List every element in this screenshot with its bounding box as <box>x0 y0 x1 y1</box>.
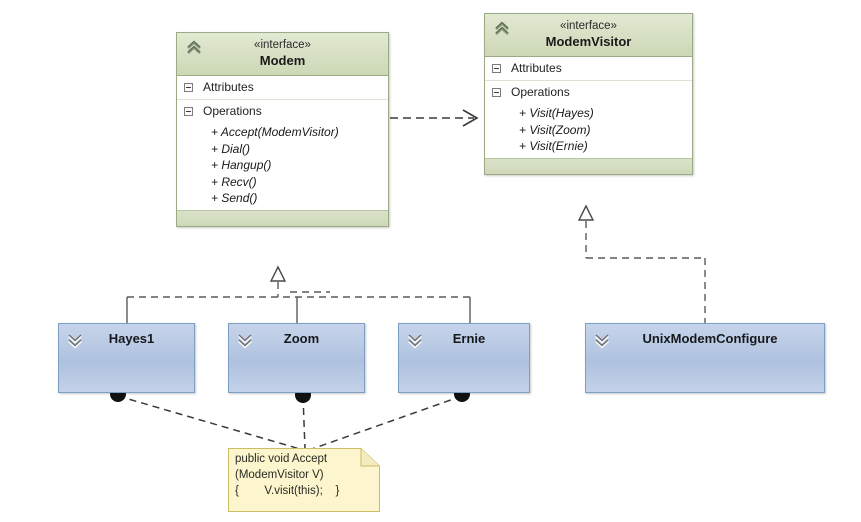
interface-name-modemvisitor: ModemVisitor <box>545 34 632 49</box>
class-box-zoom[interactable]: Zoom <box>228 323 365 393</box>
operation-item[interactable]: + Dial() <box>177 141 388 158</box>
class-name-unixmodemconfigure: UnixModemConfigure <box>642 331 778 346</box>
class-chevron-down-icon <box>593 330 611 349</box>
operation-item[interactable]: + Send() <box>177 190 388 207</box>
realization-unixmodemconfigure-to-modemvisitor <box>577 204 706 323</box>
section-label-operations: Operations <box>511 85 570 99</box>
operations-list-modemvisitor: + Visit(Hayes) + Visit(Zoom) + Visit(Ern… <box>485 104 692 158</box>
class-box-unixmodemconfigure[interactable]: UnixModemConfigure <box>585 323 825 393</box>
collapse-toggle-icon[interactable] <box>492 88 501 97</box>
class-chevron-down-icon <box>406 330 424 349</box>
interface-header-modemvisitor: «interface» ModemVisitor <box>485 14 692 57</box>
note-accept-implementation[interactable]: public void Accept (ModemVisitor V) { V.… <box>228 448 380 512</box>
operation-item[interactable]: + Accept(ModemVisitor) <box>177 124 388 141</box>
class-name-hayes1: Hayes1 <box>108 331 155 346</box>
section-attributes-modem[interactable]: Attributes <box>177 76 388 100</box>
note-line-3: { V.visit(this); } <box>235 485 340 497</box>
collapse-toggle-icon[interactable] <box>184 83 193 92</box>
dependency-modem-to-modemvisitor <box>390 109 479 127</box>
interface-box-modemvisitor[interactable]: «interface» ModemVisitor Attributes Oper… <box>484 13 693 175</box>
section-label-operations: Operations <box>203 104 262 118</box>
class-name-ernie: Ernie <box>452 331 486 346</box>
collapse-toggle-icon[interactable] <box>492 64 501 73</box>
connector-layer: ModemVisitor dependency --> <box>110 109 706 450</box>
class-box-hayes1[interactable]: Hayes1 <box>58 323 195 393</box>
interface-header-modem: «interface» Modem <box>177 33 388 76</box>
section-label-attributes: Attributes <box>511 61 562 75</box>
collapse-toggle-icon[interactable] <box>184 107 193 116</box>
note-anchor-lines <box>110 386 470 450</box>
note-line-2: (ModemVisitor V) <box>235 469 324 481</box>
operation-item[interactable]: + Hangup() <box>177 157 388 174</box>
realization-classes-to-modem <box>126 265 471 323</box>
uml-class-diagram-canvas: ModemVisitor dependency --> <box>0 0 861 522</box>
class-chevron-down-icon <box>66 330 84 349</box>
interface-stereotype-modemvisitor: «interface» <box>560 20 617 32</box>
class-name-zoom: Zoom <box>283 331 320 346</box>
operation-item[interactable]: + Recv() <box>177 174 388 191</box>
interface-footer-modem <box>177 209 388 226</box>
interface-footer-modemvisitor <box>485 157 692 174</box>
section-attributes-modemvisitor[interactable]: Attributes <box>485 57 692 81</box>
operations-list-modem: + Accept(ModemVisitor) + Dial() + Hangup… <box>177 123 388 210</box>
section-label-attributes: Attributes <box>203 80 254 94</box>
operation-item[interactable]: + Visit(Zoom) <box>485 122 692 139</box>
section-operations-modem[interactable]: Operations <box>177 100 388 123</box>
class-title-row-hayes1: Hayes1 <box>59 324 194 354</box>
interface-stereotype-modem: «interface» <box>254 39 311 51</box>
interface-name-modem: Modem <box>259 53 306 68</box>
operation-item[interactable]: + Visit(Hayes) <box>485 105 692 122</box>
note-line-1: public void Accept <box>235 453 328 465</box>
operation-item[interactable]: + Visit(Ernie) <box>485 138 692 155</box>
class-chevron-down-icon <box>236 330 254 349</box>
interface-chevron-up-icon <box>493 20 511 38</box>
interface-box-modem[interactable]: «interface» Modem Attributes Operations … <box>176 32 389 227</box>
class-title-row-unixmodemconfigure: UnixModemConfigure <box>586 324 824 354</box>
class-title-row-zoom: Zoom <box>229 324 364 354</box>
interface-chevron-up-icon <box>185 39 203 57</box>
class-title-row-ernie: Ernie <box>399 324 529 354</box>
section-operations-modemvisitor[interactable]: Operations <box>485 81 692 104</box>
class-box-ernie[interactable]: Ernie <box>398 323 530 393</box>
